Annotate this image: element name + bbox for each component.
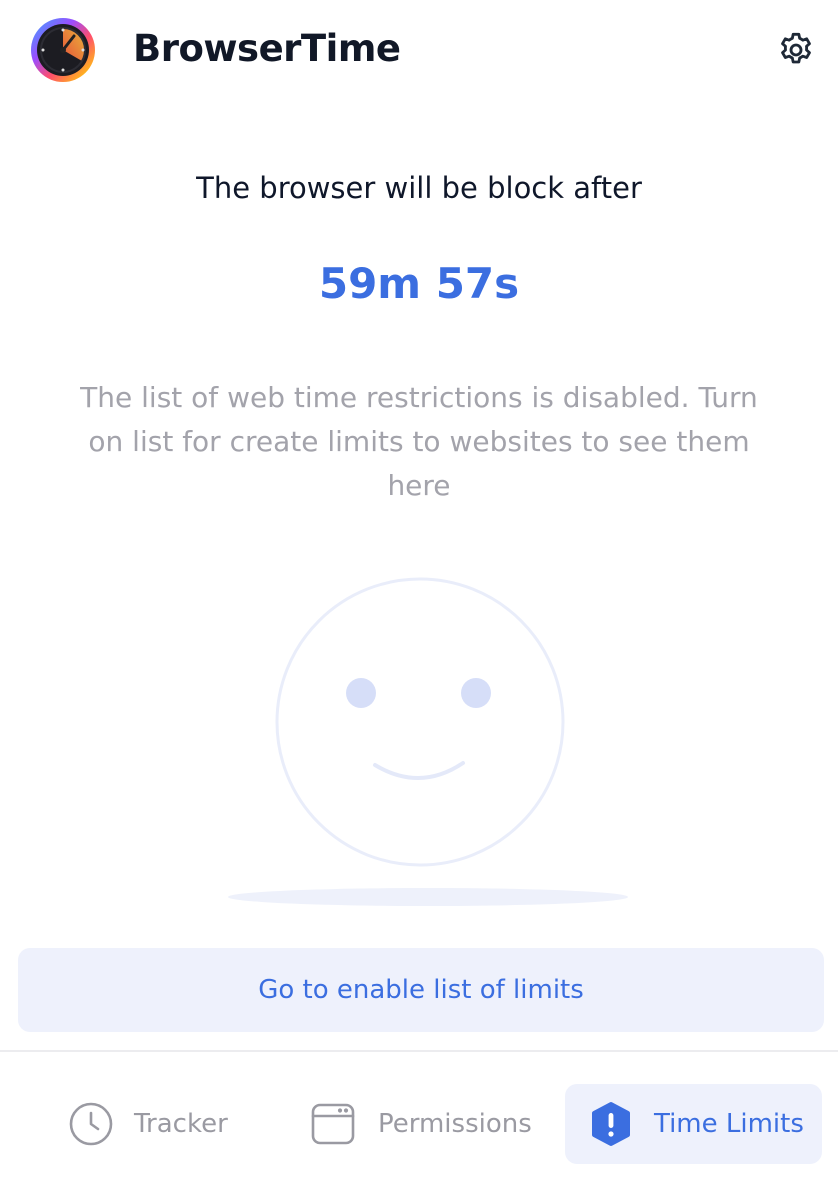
exclamation-shield-icon xyxy=(592,1102,630,1146)
smiley-face-icon xyxy=(228,577,628,906)
tab-time-limits-label: Time Limits xyxy=(654,1109,804,1139)
empty-state-message: The list of web time restrictions is dis… xyxy=(80,381,758,502)
divider xyxy=(0,1050,838,1052)
browsertime-popup: BrowserTime The browser will be block af… xyxy=(0,0,838,1188)
block-heading: The browser will be block after xyxy=(196,171,642,205)
tab-permissions-label: Permissions xyxy=(378,1109,532,1139)
tab-tracker[interactable]: Tracker xyxy=(68,1084,258,1164)
stopwatch-logo-icon xyxy=(31,18,95,82)
tab-time-limits[interactable]: Time Limits xyxy=(565,1084,822,1164)
enable-limits-button[interactable]: Go to enable list of limits xyxy=(18,948,824,1032)
tab-permissions[interactable]: Permissions xyxy=(310,1084,550,1164)
countdown-timer: 59m 57s xyxy=(318,259,520,308)
gear-icon[interactable] xyxy=(776,30,816,70)
header: BrowserTime xyxy=(0,0,838,100)
browser-window-icon xyxy=(311,1103,355,1145)
app-title: BrowserTime xyxy=(133,27,401,70)
tab-tracker-label: Tracker xyxy=(134,1109,228,1139)
clock-icon xyxy=(69,1102,113,1146)
